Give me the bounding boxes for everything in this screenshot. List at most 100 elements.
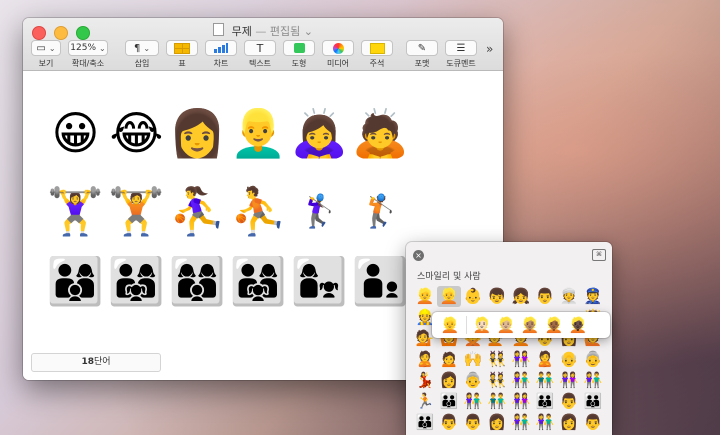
blond-man-emoji: 👱‍♂️: [229, 106, 288, 160]
table-button[interactable]: [166, 40, 198, 56]
emoji-document-body[interactable]: 😀 😂 👩 👱‍♂️ 🙇‍♀️ 🙇 🏋️‍♀️ 🏋️ ⛹️‍♀️ ⛹️ 🏌️‍♀…: [45, 85, 411, 311]
picker-emoji-cell[interactable]: 👱: [413, 286, 437, 307]
woman-bowing-emoji: 🙇‍♀️: [290, 106, 349, 160]
shape-icon: [293, 43, 305, 53]
word-count-unit: 단어: [93, 357, 111, 367]
word-count-bar[interactable]: 18단어: [31, 353, 161, 372]
document-button[interactable]: ☰: [445, 40, 477, 56]
toolbar-document[interactable]: ☰ 도큐멘트: [445, 40, 477, 69]
man-boy-emoji: 👨‍👦: [351, 254, 410, 308]
window-title[interactable]: 무제 — 편집됨 ⌄: [23, 23, 503, 39]
comment-button[interactable]: [361, 40, 393, 56]
toolbar-view[interactable]: ▭ ⌄ 보기: [31, 40, 61, 69]
man-basketball-emoji: ⛹️: [229, 184, 288, 238]
picker-emoji-cell[interactable]: 👩: [437, 370, 461, 391]
picker-emoji-cell[interactable]: 👬: [533, 370, 557, 391]
picker-emoji-cell[interactable]: 🙎: [413, 349, 437, 370]
picker-emoji-cell[interactable]: 👩: [557, 412, 581, 433]
document-name: 무제: [231, 25, 252, 38]
toolbar-text[interactable]: T 텍스트: [244, 40, 276, 69]
skin-tone-option[interactable]: 👱🏻: [470, 316, 494, 334]
picker-emoji-cell[interactable]: 👨: [581, 412, 605, 433]
picker-emoji-grid: 👱👱👶👦👧👨👳👮👷👸💁🙆🙅💇💆👨👩🙋🙎🙍🙌👯👭🙎👴👵💃👩👵👯👫👬👭👫🏃👪👫👬👭👪…: [413, 286, 605, 433]
skin-tone-option[interactable]: 👱🏽: [518, 316, 542, 334]
picker-emoji-cell[interactable]: 🙍: [437, 349, 461, 370]
insert-button[interactable]: ¶ ⌄: [125, 40, 159, 56]
zoom-value: 125%: [70, 43, 97, 53]
family-emoji: 👩‍👩‍👦: [168, 254, 227, 308]
table-icon: [174, 42, 190, 54]
toolbar-shape[interactable]: 도형: [283, 40, 315, 69]
format-button[interactable]: ✎: [406, 40, 438, 56]
toolbar-chart[interactable]: 차트: [205, 40, 237, 69]
man-golfing-emoji: 🏌️: [360, 192, 401, 230]
skin-tone-popover: 👱 👱🏻 👱🏼 👱🏽 👱🏾 👱🏿: [432, 312, 610, 338]
picker-emoji-cell[interactable]: 🙎: [533, 349, 557, 370]
skin-tone-option[interactable]: 👱🏼: [494, 316, 518, 334]
picker-emoji-cell[interactable]: 👫: [509, 370, 533, 391]
picker-emoji-cell[interactable]: 👨: [533, 286, 557, 307]
picker-emoji-cell[interactable]: 👫: [461, 391, 485, 412]
picker-emoji-cell[interactable]: 👱: [437, 286, 461, 307]
picker-emoji-cell[interactable]: 👫: [581, 370, 605, 391]
title-chevron-icon[interactable]: ⌄: [304, 25, 313, 38]
toolbar-comment[interactable]: 주석: [361, 40, 393, 69]
view-label: 보기: [38, 59, 54, 68]
picker-emoji-cell[interactable]: 👭: [557, 370, 581, 391]
shape-button[interactable]: [283, 40, 315, 56]
toolbar-media[interactable]: 미디어: [322, 40, 354, 69]
picker-emoji-cell[interactable]: 🏃: [413, 391, 437, 412]
picker-emoji-cell[interactable]: 👪: [533, 391, 557, 412]
picker-emoji-cell[interactable]: 👶: [461, 286, 485, 307]
picker-emoji-cell[interactable]: 👪: [413, 412, 437, 433]
chart-icon: [214, 43, 228, 53]
toolbar: ▭ ⌄ 보기 125% ⌄ 확대/축소 ¶ ⌄ 삽입 표 차트 T 텍스트 도형…: [31, 40, 499, 70]
picker-emoji-cell[interactable]: 👯: [485, 370, 509, 391]
picker-emoji-cell[interactable]: 👴: [557, 349, 581, 370]
toolbar-overflow-icon[interactable]: »: [486, 42, 493, 56]
document-proxy-icon[interactable]: [213, 23, 225, 36]
skin-tone-option[interactable]: 👱🏿: [566, 316, 590, 334]
text-button[interactable]: T: [244, 40, 276, 56]
chart-button[interactable]: [205, 40, 237, 56]
picker-emoji-cell[interactable]: 👵: [461, 370, 485, 391]
toolbar-format[interactable]: ✎ 포맷: [406, 40, 438, 69]
close-icon[interactable]: ×: [413, 250, 424, 261]
picker-emoji-cell[interactable]: 👦: [485, 286, 509, 307]
emoji-row-sports: 🏋️‍♀️ 🏋️ ⛹️‍♀️ ⛹️ 🏌️‍♀️ 🏌️: [45, 163, 411, 241]
picker-emoji-cell[interactable]: 👨: [437, 412, 461, 433]
picker-emoji-cell[interactable]: 💃: [413, 370, 437, 391]
picker-emoji-cell[interactable]: 👮: [581, 286, 605, 307]
picker-emoji-cell[interactable]: 👩: [485, 412, 509, 433]
view-button[interactable]: ▭ ⌄: [31, 40, 61, 56]
media-button[interactable]: [322, 40, 354, 56]
emoji-row-families: 👨‍👩‍👦 👨‍👩‍👧 👩‍👩‍👦 👨‍👩‍👧 👩‍👧 👨‍👦: [45, 241, 411, 311]
zoom-button[interactable]: 125% ⌄: [68, 40, 108, 56]
toolbar-zoom[interactable]: 125% ⌄ 확대/축소: [68, 40, 108, 69]
person-bowing-emoji: 🙇: [351, 106, 410, 160]
picker-emoji-cell[interactable]: 👧: [509, 286, 533, 307]
picker-emoji-cell[interactable]: 👫: [533, 412, 557, 433]
toolbar-insert[interactable]: ¶ ⌄ 삽입: [125, 40, 159, 69]
picker-emoji-cell[interactable]: 👬: [485, 391, 509, 412]
family-emoji: 👨‍👩‍👦: [46, 254, 105, 308]
skin-tone-option[interactable]: 👱🏾: [542, 316, 566, 334]
skin-tone-option[interactable]: 👱: [438, 316, 467, 334]
picker-emoji-cell[interactable]: 👪: [437, 391, 461, 412]
picker-emoji-cell[interactable]: 👨: [461, 412, 485, 433]
picker-emoji-cell[interactable]: 🙌: [461, 349, 485, 370]
picker-emoji-cell[interactable]: 👳: [557, 286, 581, 307]
picker-emoji-cell[interactable]: 👨: [557, 391, 581, 412]
picker-emoji-cell[interactable]: 👫: [509, 412, 533, 433]
emoji-picker-panel: × ⌘ 스마일리 및 사람 👱👱👶👦👧👨👳👮👷👸💁🙆🙅💇💆👨👩🙋🙎🙍🙌👯👭🙎👴👵…: [406, 242, 612, 435]
picker-emoji-cell[interactable]: 👭: [509, 391, 533, 412]
expand-picker-icon[interactable]: ⌘: [592, 249, 606, 261]
picker-emoji-cell[interactable]: 👵: [581, 349, 605, 370]
picker-category-title: 스마일리 및 사람: [417, 272, 481, 282]
picker-emoji-cell[interactable]: 👯: [485, 349, 509, 370]
picker-emoji-cell[interactable]: 👭: [509, 349, 533, 370]
woman-weightlifting-emoji: 🏋️‍♀️: [46, 184, 105, 238]
picker-emoji-cell[interactable]: 👪: [581, 391, 605, 412]
toolbar-table[interactable]: 표: [166, 40, 198, 69]
text-icon: T: [256, 41, 264, 55]
